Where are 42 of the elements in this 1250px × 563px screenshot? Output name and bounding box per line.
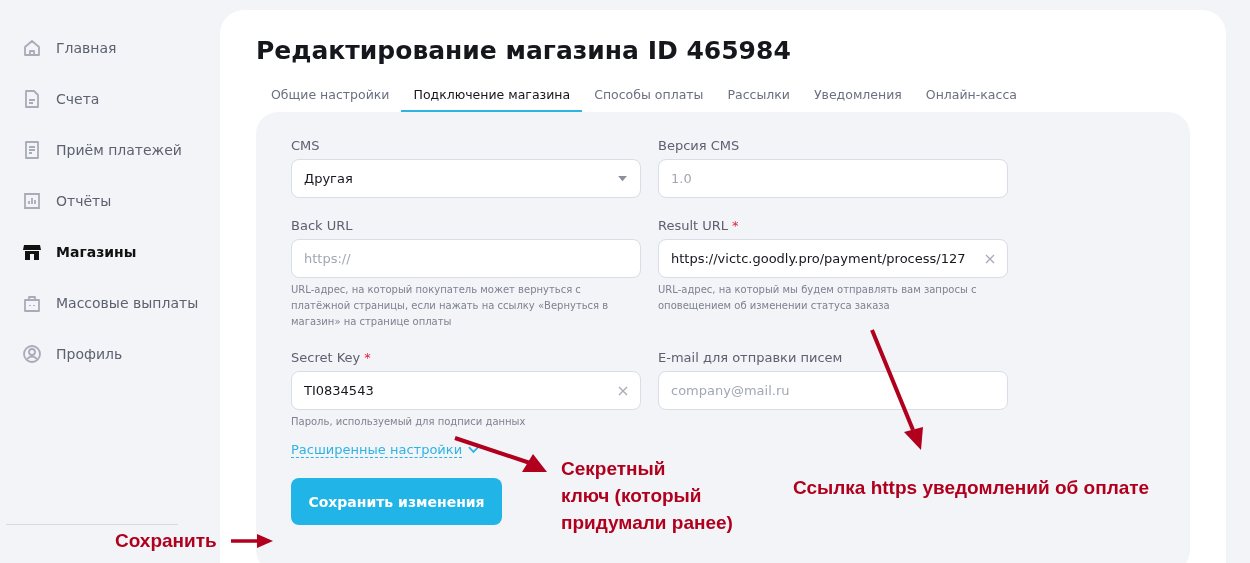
input-field[interactable]: TI0834543 bbox=[291, 371, 641, 410]
annotation-text: Сохранить bbox=[115, 529, 217, 553]
close-icon[interactable] bbox=[985, 253, 995, 264]
tab[interactable]: Онлайн-касса bbox=[913, 87, 1029, 112]
tab[interactable]: Общие настройки bbox=[271, 87, 402, 112]
field-hint: Пароль, используемый для подписи данных bbox=[291, 415, 527, 429]
tab[interactable]: Рассылки bbox=[715, 87, 802, 112]
home-icon bbox=[22, 38, 42, 58]
annotation-arrow bbox=[231, 534, 273, 548]
receipt-icon bbox=[22, 140, 42, 160]
sidebar-item[interactable]: Магазины bbox=[22, 238, 220, 266]
store-icon bbox=[22, 242, 42, 262]
select-field[interactable]: Другая bbox=[291, 159, 641, 198]
tab[interactable]: Способы оплаты bbox=[582, 87, 716, 112]
sidebar-item[interactable]: Массовые выплаты bbox=[22, 289, 220, 317]
sidebar-item[interactable]: Счета bbox=[22, 85, 220, 113]
sidebar-item[interactable]: Главная bbox=[22, 34, 220, 62]
field-label: E-mail для отправки писем bbox=[658, 350, 843, 364]
field-hint: URL-адрес, на который мы будем отправлять вам запросы с оповещением об изменении статуса заказа bbox=[658, 283, 978, 313]
annotation-text: Секретный ключ (который придумали ранее) bbox=[561, 457, 733, 535]
field-label: Back URL bbox=[291, 218, 353, 232]
bag-icon bbox=[22, 293, 42, 313]
input-field[interactable]: https://victc.goodly.pro/payment/process/127 bbox=[658, 239, 1008, 278]
field-label: Secret Key bbox=[291, 350, 361, 364]
sidebar-item[interactable]: Приём платежей bbox=[22, 136, 220, 164]
field-label: CMS bbox=[291, 138, 320, 152]
annotation-text: Ссылка https уведомлений об оплате bbox=[793, 476, 1150, 500]
close-icon[interactable] bbox=[618, 385, 628, 396]
field-hint: URL-адрес, на который покупатель может вернуться с платёжной страницы, если нажать на ссылку «Вернуться в магазин» на странице оплаты bbox=[291, 283, 610, 329]
field-label: Версия CMS bbox=[658, 138, 740, 152]
user-icon bbox=[22, 344, 42, 364]
required-mark: * bbox=[364, 350, 371, 364]
tab[interactable]: Уведомления bbox=[801, 87, 914, 112]
sidebar-item[interactable]: Отчёты bbox=[22, 187, 220, 215]
page-title: Редактирование магазина ID 465984 bbox=[256, 36, 792, 65]
required-mark: * bbox=[732, 218, 739, 232]
caret-icon bbox=[617, 175, 628, 182]
chart-icon bbox=[22, 191, 42, 211]
sidebar-item[interactable]: Профиль bbox=[22, 340, 220, 368]
chevron-down-icon[interactable] bbox=[468, 446, 480, 454]
field-label: Result URL bbox=[658, 218, 729, 232]
document-icon bbox=[22, 89, 42, 109]
